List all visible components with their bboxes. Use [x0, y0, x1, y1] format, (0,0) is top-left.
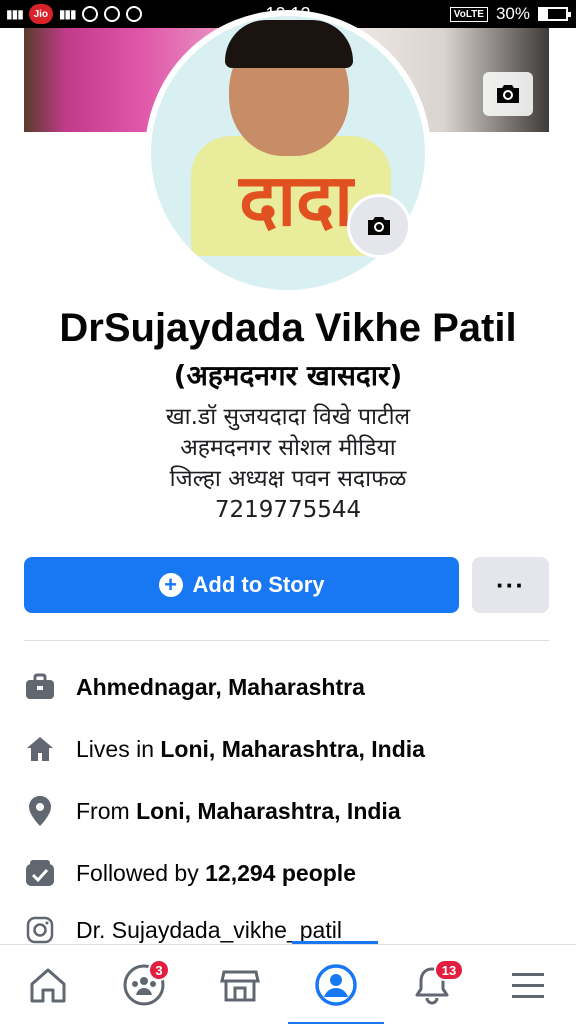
detail-instagram[interactable]: Dr. Sujaydada_vikhe_patil	[24, 915, 549, 945]
add-to-story-label: Add to Story	[192, 572, 325, 597]
nav-home[interactable]	[0, 945, 96, 1024]
home-icon	[24, 733, 56, 765]
briefcase-icon	[24, 671, 56, 703]
bio-line: 7219775544	[214, 497, 362, 523]
camera-icon	[368, 217, 390, 235]
nav-menu[interactable]	[480, 945, 576, 1024]
instagram-handle: Dr. Sujaydada_vikhe_patil	[76, 916, 342, 943]
marketplace-icon	[220, 970, 260, 1002]
bottom-navigation: 3 13	[0, 944, 576, 1024]
nav-profile[interactable]	[288, 945, 384, 1024]
groups-badge: 3	[148, 959, 170, 981]
add-to-story-button[interactable]: + Add to Story	[24, 557, 459, 613]
edit-profile-picture-button[interactable]	[347, 194, 411, 258]
plus-circle-icon: +	[158, 573, 183, 597]
profile-subtitle: (अहमदनगर खासदार)	[173, 359, 403, 392]
detail-lives[interactable]: Lives in Loni, Maharashtra, India	[24, 729, 549, 769]
bio-line: अहमदनगर सोशल मीडिया	[180, 435, 396, 461]
followers-icon	[24, 857, 56, 889]
nav-groups[interactable]: 3	[96, 945, 192, 1024]
instagram-icon	[24, 915, 56, 945]
battery-icon	[538, 7, 571, 21]
from-prefix: From	[76, 797, 137, 824]
profile-bio: खा.डॉ सुजयदादा विखे पाटील अहमदनगर सोशल म…	[0, 402, 576, 526]
nav-notifications[interactable]: 13	[384, 945, 480, 1024]
bio-line: जिल्हा अध्यक्ष पवन सदाफळ	[169, 466, 407, 492]
followers-prefix: Followed by	[76, 859, 206, 886]
more-options-button[interactable]: ···	[472, 557, 549, 613]
profile-icon	[315, 964, 357, 1006]
divider	[24, 640, 549, 641]
edit-cover-button[interactable]	[483, 72, 533, 116]
battery-percent: 30%	[495, 4, 530, 23]
notifications-badge: 13	[434, 959, 464, 981]
location-pin-icon	[24, 795, 56, 827]
detail-from[interactable]: From Loni, Maharashtra, India	[24, 791, 549, 831]
nav-marketplace[interactable]	[192, 945, 288, 1024]
from-location: Loni, Maharashtra, India	[136, 797, 401, 824]
home-icon	[30, 968, 66, 1003]
volte-indicator: VoLTE	[449, 6, 488, 22]
profile-name: DrSujaydada Vikhe Patil	[59, 306, 517, 350]
camera-icon	[497, 85, 519, 103]
detail-work[interactable]: Ahmednagar, Maharashtra	[24, 667, 549, 707]
hamburger-menu-icon	[512, 973, 544, 998]
bio-line: खा.डॉ सुजयदादा विखे पाटील	[165, 404, 411, 430]
lives-location: Loni, Maharashtra, India	[160, 735, 425, 762]
followers-count: 12,294 people	[205, 859, 356, 886]
lives-prefix: Lives in	[76, 735, 161, 762]
work-text: Ahmednagar, Maharashtra	[76, 673, 365, 700]
detail-followers[interactable]: Followed by 12,294 people	[24, 853, 549, 893]
